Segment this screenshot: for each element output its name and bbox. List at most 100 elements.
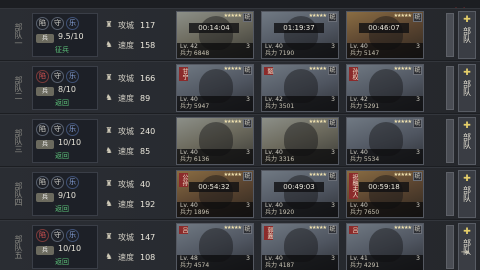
defend-icon: 守 [51, 229, 64, 242]
timer: 00:49:03 [274, 182, 324, 192]
hero-card[interactable]: 孙权 ★★★★★ 统 Lv. 42 3 兵力 5291 [346, 64, 424, 112]
speed-value: 108 [140, 252, 156, 262]
speed-icon: ♞ [105, 199, 113, 208]
hero-card[interactable]: 甘宁 ★★★★★ 统 Lv. 40 3 兵力 5947 [176, 64, 254, 112]
siege-value: 117 [140, 20, 156, 30]
hero-cards: 公孙 ★★★★★ 统 00:54:32 Lv. 40 3 兵力 1896 ★★★★★… [176, 170, 424, 218]
hero-card[interactable]: 吕 ★★★★★ 统 Lv. 48 3 兵力 4574 [176, 223, 254, 270]
party-button[interactable]: ✚ 部队 [458, 64, 476, 112]
party-stats: ♜ 攻城 147 ♞ 速度 108 [104, 227, 168, 267]
hero-sub: 3 [246, 202, 250, 209]
hero-name: 公孙 [179, 173, 188, 187]
hero-cards: 吕 ★★★★★ 统 Lv. 48 3 兵力 4574 郭嘉 ★★★★★ 统 Lv. … [176, 223, 424, 270]
speed-icon: ♞ [105, 40, 113, 49]
siege-label: 攻城 [118, 126, 134, 136]
party-info-panel[interactable]: 陷 守 乐 兵 10/10 返回 [32, 119, 98, 163]
hero-card[interactable]: 公孙 ★★★★★ 统 00:54:32 Lv. 40 3 兵力 1896 [176, 170, 254, 218]
party-list: 部队一 陷 守 乐 兵 9.5/10 征兵 ♜ 攻城 117 ♞ 速度 158 ★★★★… [0, 8, 480, 270]
party-stats: ♜ 攻城 166 ♞ 速度 89 [104, 68, 168, 108]
soldier-count: 10/10 [58, 138, 82, 147]
hero-card[interactable]: ★★★★★ 统 Lv. 40 3 兵力 6136 [176, 117, 254, 165]
star-rating: ★★★★★ [223, 13, 242, 19]
party-stats: ♜ 攻城 117 ♞ 速度 158 [104, 15, 168, 55]
troop-type-badge: 统 [413, 172, 422, 181]
party-button[interactable]: ✚ 部队 [458, 170, 476, 218]
star-rating: ★★★★★ [393, 66, 412, 72]
defend-icon: 守 [51, 17, 64, 30]
hero-sub: 3 [331, 43, 335, 50]
status-badge: 返回 [55, 258, 69, 266]
star-rating: ★★★★★ [308, 172, 327, 178]
soldier-count: 9/10 [58, 191, 76, 200]
hero-troops: 兵力 4574 [180, 262, 210, 269]
party-button[interactable]: ✚ 部队 [458, 117, 476, 165]
trap-icon: 陷 [36, 229, 49, 242]
troop-type-badge: 统 [243, 13, 252, 22]
siege-value: 240 [140, 126, 156, 136]
siege-icon: ♜ [105, 232, 113, 241]
speed-icon: ♞ [105, 252, 113, 261]
star-rating: ★★★★★ [393, 225, 412, 231]
hero-card[interactable]: 甄 ★★★★★ 统 Lv. 42 3 兵力 3501 [261, 64, 339, 112]
hero-sub: 3 [416, 255, 420, 262]
siege-value: 147 [140, 232, 156, 242]
star-rating: ★★★★★ [308, 66, 327, 72]
hero-troops: 兵力 5534 [350, 156, 380, 163]
row-scroll-handle[interactable] [446, 225, 454, 269]
defend-icon: 守 [51, 176, 64, 189]
row-scroll-handle[interactable] [446, 13, 454, 57]
party-info-panel[interactable]: 陷 守 乐 兵 9/10 返回 [32, 172, 98, 216]
row-scroll-handle[interactable] [446, 119, 454, 163]
defend-icon: 守 [51, 70, 64, 83]
status-badge: 返回 [55, 205, 69, 213]
hero-cards: 甘宁 ★★★★★ 统 Lv. 40 3 兵力 5947 甄 ★★★★★ 统 Lv. … [176, 64, 424, 112]
party-info-panel[interactable]: 陷 守 乐 兵 8/10 返回 [32, 66, 98, 110]
troop-type-badge: 统 [413, 66, 422, 75]
speed-value: 85 [140, 146, 151, 156]
siege-icon: ♜ [105, 126, 113, 135]
music-icon: 乐 [66, 17, 79, 30]
party-icon: ✚ [463, 121, 471, 131]
hero-card[interactable]: 郭嘉 ★★★★★ 统 Lv. 40 3 兵力 4187 [261, 223, 339, 270]
siege-value: 166 [140, 73, 156, 83]
hero-troops: 兵力 6848 [180, 50, 210, 57]
row-scroll-handle[interactable] [446, 66, 454, 110]
trap-icon: 陷 [36, 17, 49, 30]
hero-troops: 兵力 1920 [265, 209, 295, 216]
hero-troops: 兵力 7650 [350, 209, 380, 216]
party-info-panel[interactable]: 陷 守 乐 兵 9.5/10 征兵 [32, 13, 98, 57]
hero-name: 孙权 [349, 67, 358, 81]
party-button-label: 部队 [462, 27, 472, 43]
party-row-2: 部队二 陷 守 乐 兵 8/10 返回 ♜ 攻城 166 ♞ 速度 89 甘宁 ★★★★… [0, 61, 480, 113]
hero-troops: 兵力 6136 [180, 156, 210, 163]
party-info-panel[interactable]: 陷 守 乐 兵 10/10 返回 [32, 225, 98, 269]
hero-card[interactable]: ★★★★★ 统 00:14:04 Lv. 42 3 兵力 6848 [176, 11, 254, 59]
hero-card[interactable]: 祝融夫人 ★★★★★ 统 00:59:18 Lv. 40 3 兵力 7650 [346, 170, 424, 218]
party-button[interactable]: ✚ 部队 [458, 11, 476, 59]
music-icon: 乐 [66, 176, 79, 189]
exit-icon[interactable]: ⇥ [459, 247, 471, 259]
party-stats: ♜ 攻城 40 ♞ 速度 192 [104, 174, 168, 214]
party-row-1: 部队一 陷 守 乐 兵 9.5/10 征兵 ♜ 攻城 117 ♞ 速度 158 ★★★★… [0, 8, 480, 60]
troop-type-badge: 统 [243, 172, 252, 181]
soldier-badge: 兵 [36, 140, 54, 149]
soldier-badge: 兵 [36, 34, 54, 43]
hero-card[interactable]: ★★★★★ 统 Lv. 40 3 兵力 5534 [346, 117, 424, 165]
hero-card[interactable]: ★★★★★ 统 Lv. 40 3 兵力 3316 [261, 117, 339, 165]
hero-card[interactable]: 吕 ★★★★★ 统 Lv. 41 3 兵力 4291 [346, 223, 424, 270]
hero-sub: 3 [416, 202, 420, 209]
row-scroll-handle[interactable] [446, 172, 454, 216]
speed-label: 速度 [118, 199, 134, 209]
hero-sub: 3 [416, 43, 420, 50]
hero-card[interactable]: ★★★★★ 统 01:19:37 Lv. 40 3 兵力 7190 [261, 11, 339, 59]
hero-card[interactable]: ★★★★★ 统 00:46:07 Lv. 40 3 兵力 5147 [346, 11, 424, 59]
hero-name: 郭嘉 [264, 226, 273, 240]
hero-troops: 兵力 3316 [265, 156, 295, 163]
troop-type-badge: 统 [243, 225, 252, 234]
hero-card[interactable]: ★★★★★ 统 00:49:03 Lv. 40 3 兵力 1920 [261, 170, 339, 218]
hero-sub: 3 [246, 96, 250, 103]
trap-icon: 陷 [36, 123, 49, 136]
star-rating: ★★★★★ [393, 172, 412, 178]
party-button-label: 部队 [462, 80, 472, 96]
timer: 00:46:07 [359, 23, 409, 33]
